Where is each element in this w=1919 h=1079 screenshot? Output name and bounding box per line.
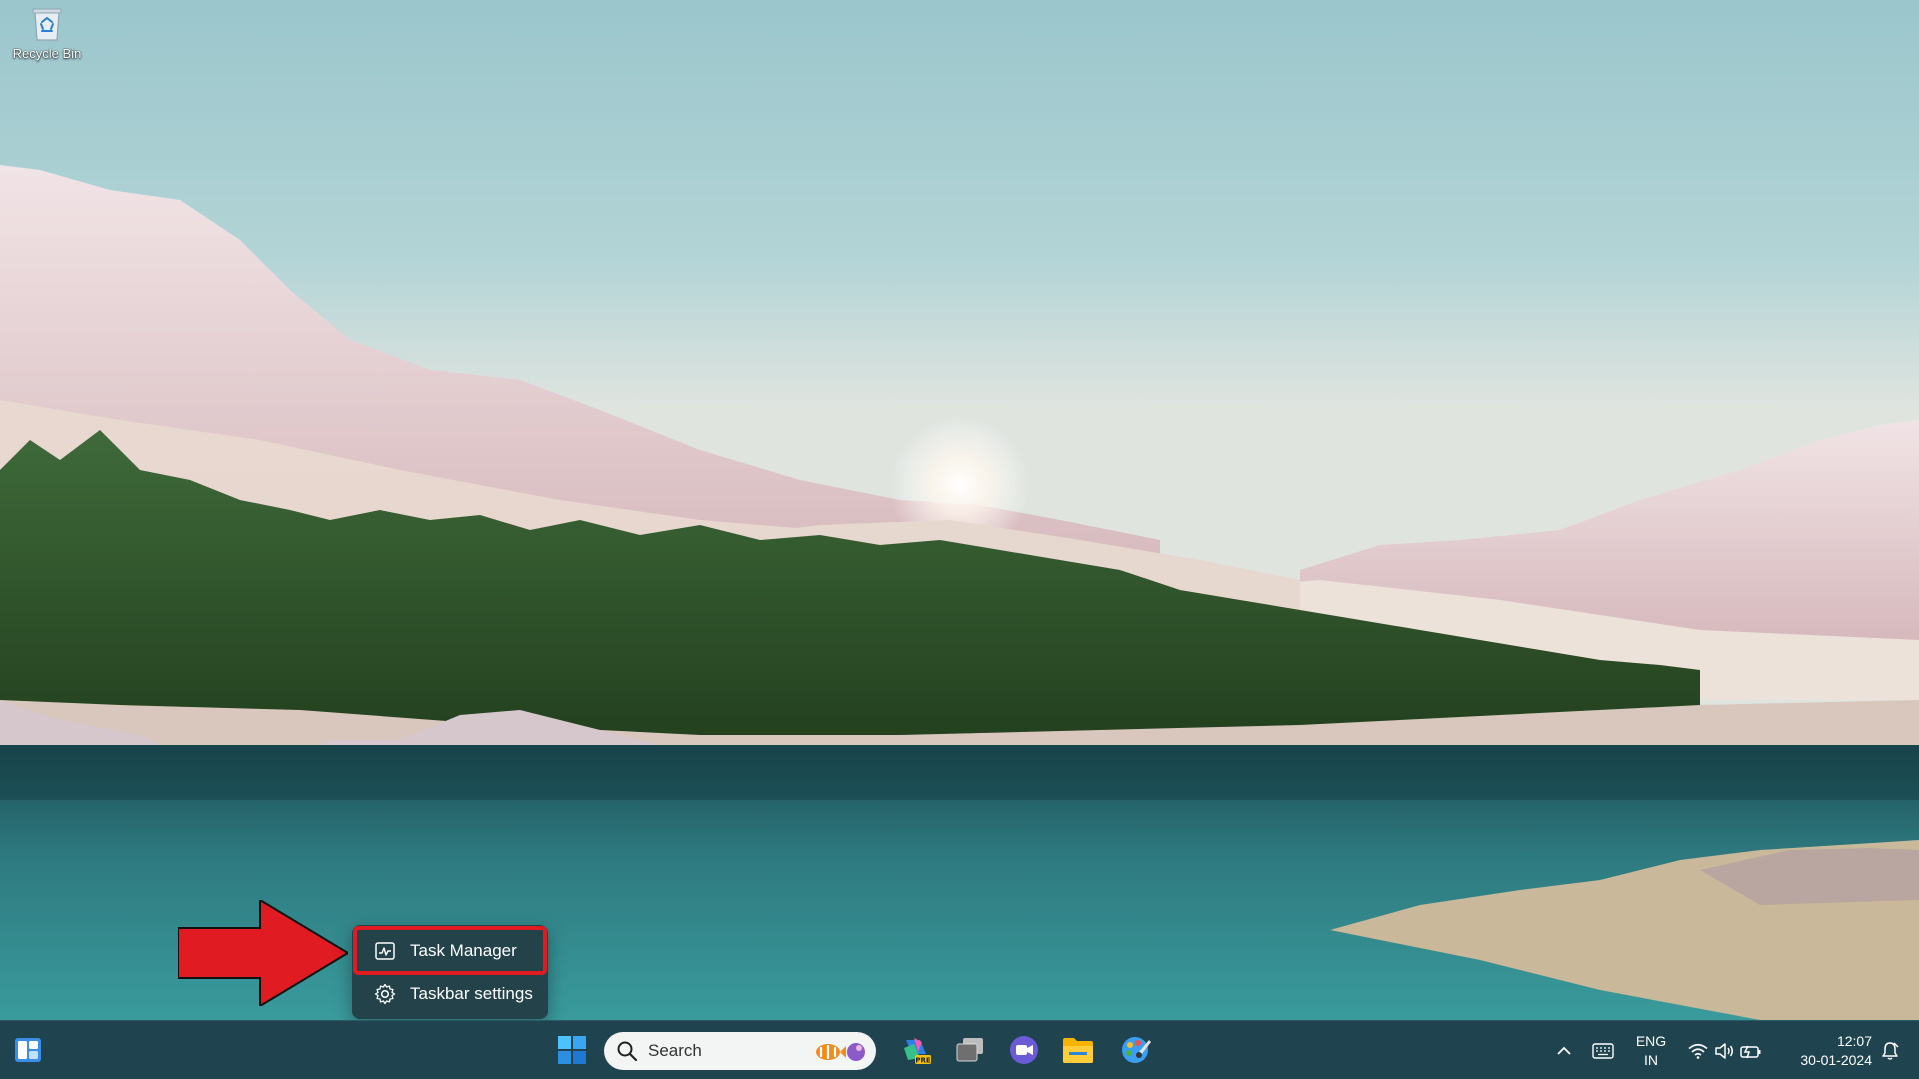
keyboard-icon [1592, 1042, 1614, 1059]
taskbar-context-menu: Task Manager Taskbar settings [352, 925, 548, 1019]
language-region: IN [1644, 1051, 1658, 1068]
paint-button[interactable] [1116, 1029, 1156, 1071]
notification-center-button[interactable] [1874, 1021, 1906, 1079]
copilot-pre-icon: PRE [904, 1038, 931, 1065]
show-hidden-icons-button[interactable] [1550, 1021, 1578, 1079]
video-call-icon [1010, 1036, 1038, 1064]
clock[interactable]: 12:07 30-01-2024 [1776, 1021, 1872, 1079]
menu-item-label: Task Manager [410, 940, 517, 960]
taskbar-search-box[interactable]: Search [604, 1032, 876, 1070]
start-button[interactable] [552, 1029, 592, 1071]
language-code: ENG [1635, 1032, 1667, 1049]
widgets-button[interactable] [8, 1029, 48, 1071]
task-manager-icon [374, 940, 396, 962]
paint-icon [1122, 1037, 1151, 1063]
notification-bell-icon [1882, 1041, 1899, 1060]
menu-item-task-manager[interactable]: Task Manager [353, 926, 547, 975]
clock-time: 12:07 [1836, 1032, 1872, 1049]
desktop-icon-label: Recycle Bin [12, 46, 82, 61]
touch-keyboard-button[interactable] [1588, 1021, 1618, 1079]
quick-settings-button[interactable] [1684, 1021, 1766, 1079]
multitasking-button[interactable] [950, 1029, 990, 1071]
chevron-up-icon [1557, 1046, 1571, 1055]
clock-date: 30-01-2024 [1800, 1051, 1872, 1068]
desktop-icon-recycle-bin[interactable]: Recycle Bin [6, 6, 88, 76]
annotation-arrow-icon [178, 900, 348, 1006]
input-language-indicator[interactable]: ENG IN [1628, 1021, 1674, 1079]
widgets-icon [15, 1038, 41, 1062]
recycle-bin-icon [32, 8, 62, 41]
wifi-icon [1688, 1043, 1708, 1059]
copilot-pre-button[interactable]: PRE [896, 1029, 936, 1071]
svg-text:PRE: PRE [915, 1057, 931, 1065]
gear-icon [374, 983, 396, 1005]
volume-icon [1715, 1042, 1733, 1059]
multitasking-icon [956, 1038, 983, 1062]
file-explorer-button[interactable] [1058, 1029, 1098, 1071]
file-explorer-icon [1063, 1038, 1093, 1063]
search-highlight-icon [816, 1043, 865, 1061]
search-placeholder: Search [648, 1041, 702, 1060]
battery-icon [1740, 1045, 1761, 1058]
menu-item-taskbar-settings[interactable]: Taskbar settings [356, 972, 544, 1015]
taskbar: Search PRE ENG IN 12:07 30-01-2024 [0, 1020, 1919, 1079]
video-call-button[interactable] [1004, 1029, 1044, 1071]
menu-item-label: Taskbar settings [410, 983, 533, 1003]
search-icon [617, 1041, 638, 1062]
windows-logo-icon [558, 1036, 586, 1064]
